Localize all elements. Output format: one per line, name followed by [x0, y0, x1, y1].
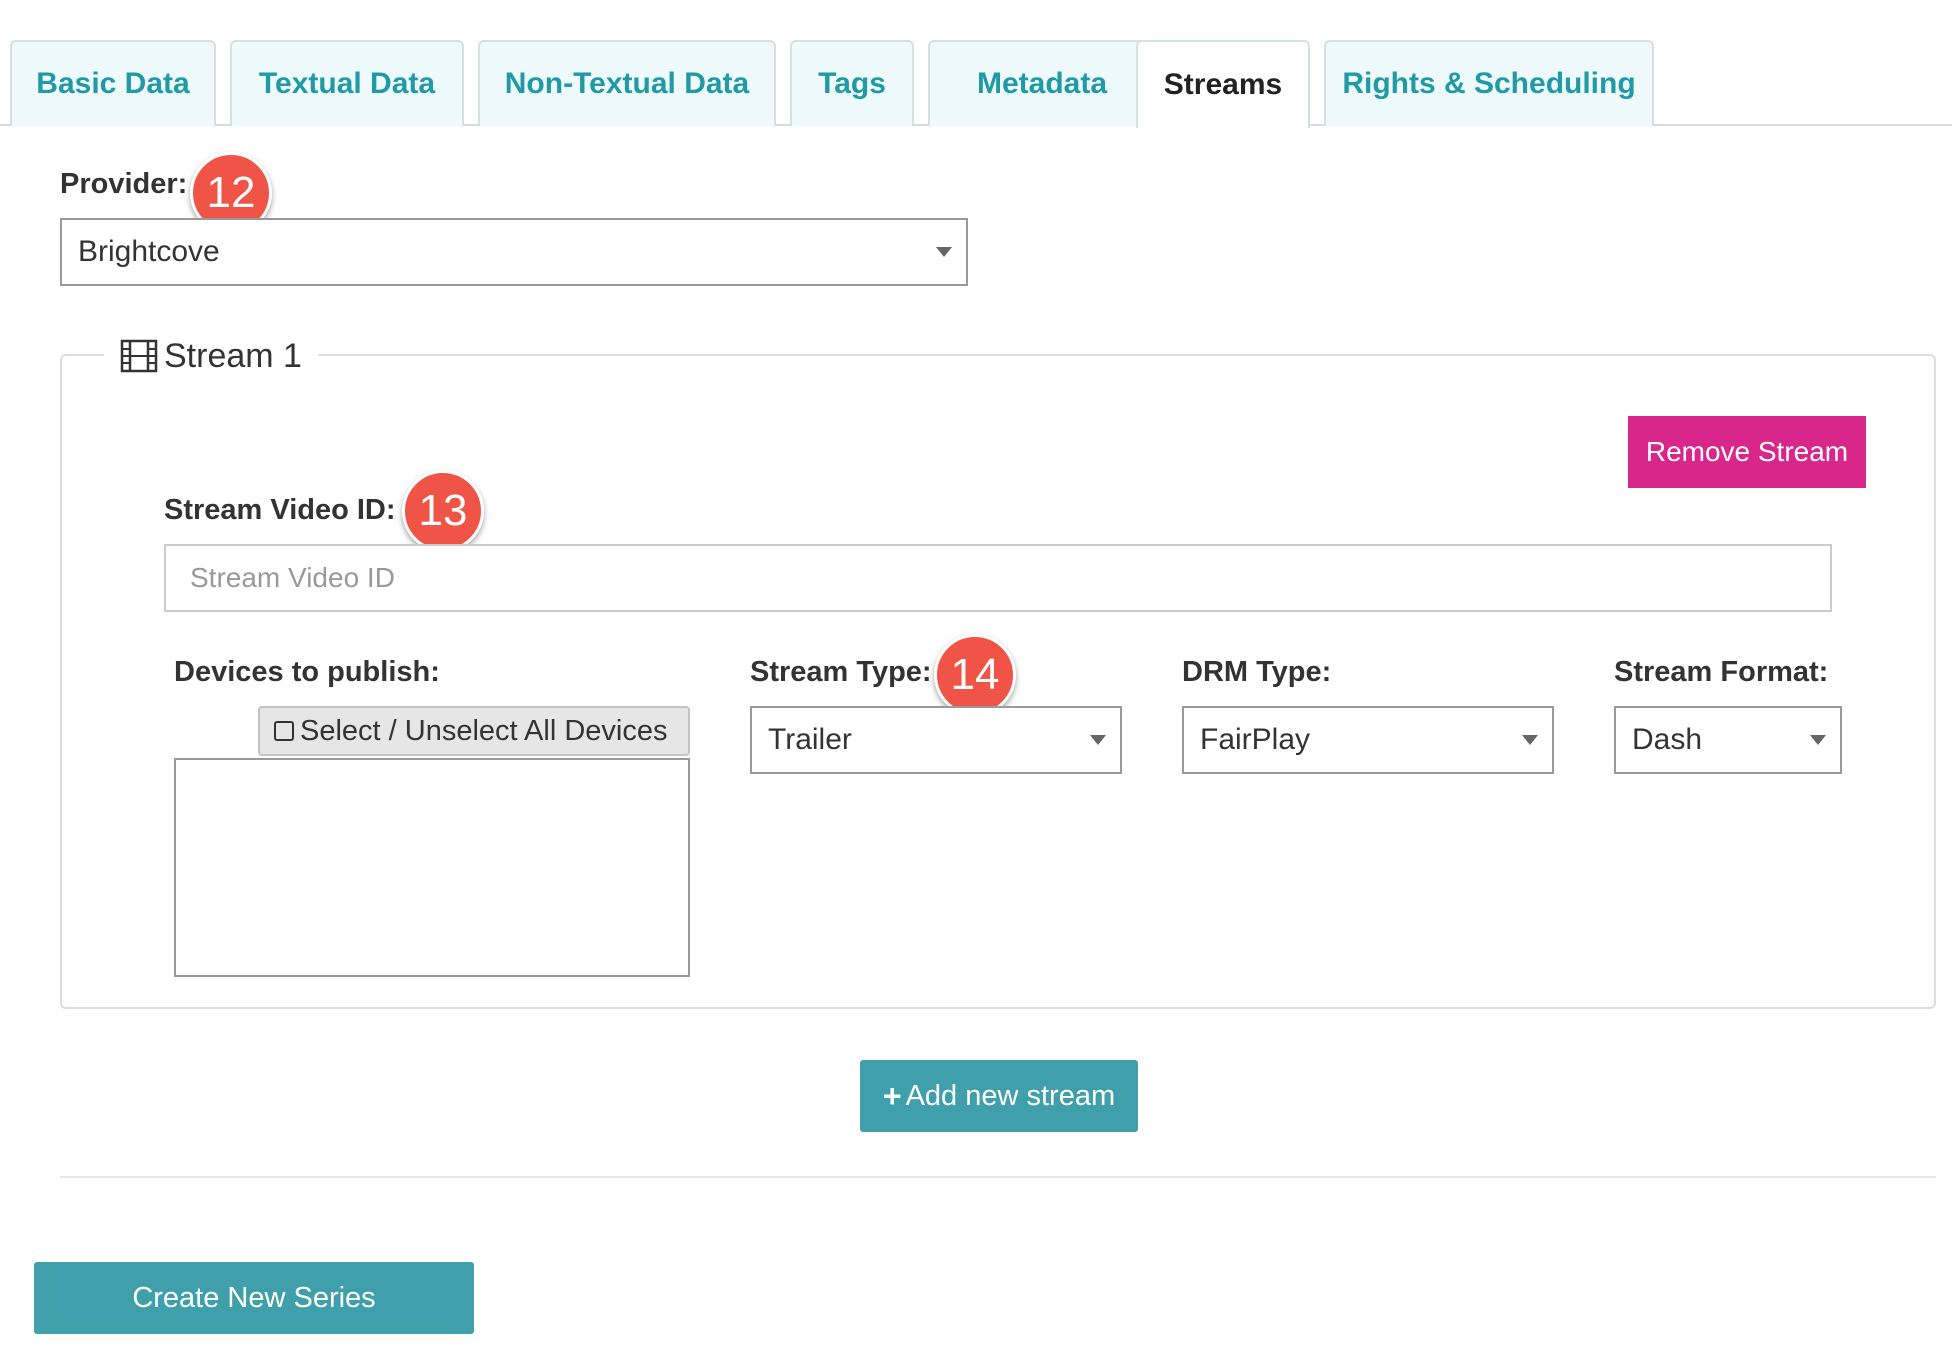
annotation-badge-14: 14	[934, 634, 1016, 716]
devices-label: Devices to publish:	[174, 656, 440, 688]
chevron-down-icon	[936, 247, 952, 257]
stream-legend-title: Stream 1	[164, 336, 302, 375]
chevron-down-icon	[1810, 735, 1826, 745]
film-icon	[120, 339, 158, 373]
stream-format-select[interactable]: Dash	[1614, 706, 1842, 774]
provider-label: Provider:	[60, 168, 188, 200]
add-new-stream-button[interactable]: + Add new stream	[860, 1060, 1138, 1132]
tab-tags[interactable]: Tags	[790, 40, 914, 126]
stream-type-select[interactable]: Trailer	[750, 706, 1122, 774]
tab-bar: Basic Data Textual Data Non-Textual Data…	[0, 0, 1952, 128]
stream-video-id-input[interactable]	[164, 544, 1832, 612]
drm-type-value: FairPlay	[1200, 723, 1311, 756]
stream-format-value: Dash	[1632, 723, 1703, 756]
tab-textual-data[interactable]: Textual Data	[230, 40, 464, 126]
stream-format-label: Stream Format:	[1614, 656, 1829, 688]
checkbox-icon	[274, 721, 294, 741]
tab-rights-scheduling[interactable]: Rights & Scheduling	[1324, 40, 1654, 126]
stream-legend: Stream 1	[104, 332, 318, 380]
stream-video-id-label: Stream Video ID:	[164, 494, 396, 526]
tab-metadata[interactable]: Metadata	[928, 40, 1156, 126]
divider	[60, 1176, 1936, 1178]
select-all-devices-label: Select / Unselect All Devices	[300, 714, 668, 747]
stream-type-label: Stream Type:	[750, 656, 932, 688]
select-all-devices-button[interactable]: Select / Unselect All Devices	[258, 706, 690, 756]
create-new-series-button[interactable]: Create New Series	[34, 1262, 474, 1334]
provider-value: Brightcove	[78, 235, 220, 268]
plus-icon: +	[882, 1077, 902, 1114]
remove-stream-button[interactable]: Remove Stream	[1628, 416, 1866, 488]
annotation-badge-13: 13	[402, 470, 484, 552]
add-new-stream-label: Add new stream	[905, 1079, 1116, 1112]
devices-list[interactable]	[174, 758, 690, 977]
provider-select[interactable]: Brightcove	[60, 218, 968, 286]
tab-non-textual-data[interactable]: Non-Textual Data	[478, 40, 776, 126]
drm-type-label: DRM Type:	[1182, 656, 1332, 688]
drm-type-select[interactable]: FairPlay	[1182, 706, 1554, 774]
tab-basic-data[interactable]: Basic Data	[10, 40, 216, 126]
stream-type-value: Trailer	[768, 723, 852, 756]
tab-streams[interactable]: Streams	[1136, 40, 1310, 128]
chevron-down-icon	[1522, 735, 1538, 745]
chevron-down-icon	[1090, 735, 1106, 745]
